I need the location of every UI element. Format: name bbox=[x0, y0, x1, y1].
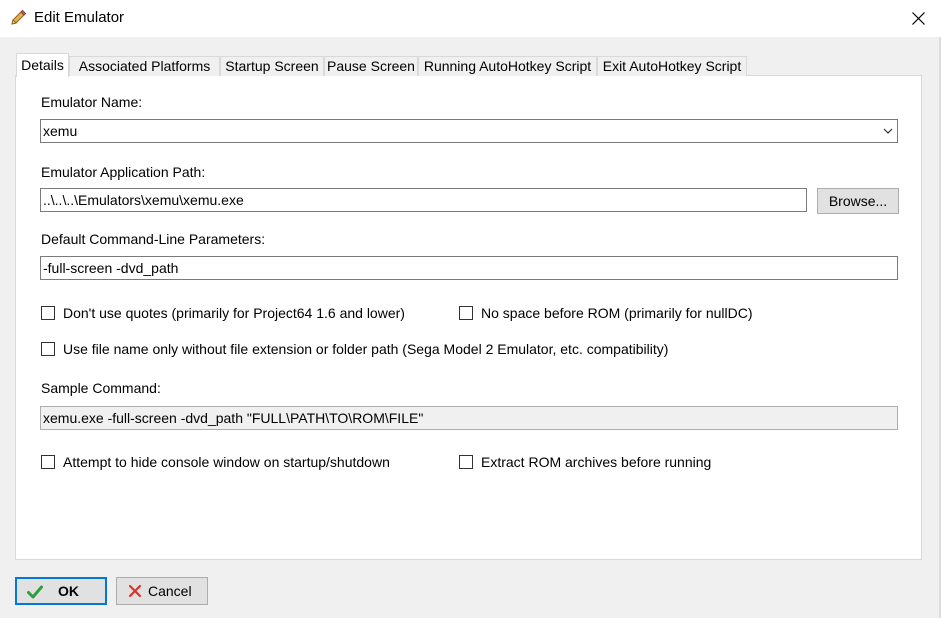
ok-button[interactable]: OK bbox=[15, 577, 107, 605]
application-path-label: Emulator Application Path: bbox=[41, 164, 206, 180]
no-space-label: No space before ROM (primarily for nullD… bbox=[481, 305, 753, 321]
pencil-icon bbox=[9, 9, 27, 27]
extract-archives-checkbox[interactable] bbox=[459, 455, 473, 469]
command-line-parameters-input[interactable]: -full-screen -dvd_path bbox=[40, 256, 898, 280]
title-bar: Edit Emulator bbox=[0, 0, 941, 37]
emulator-name-value: xemu bbox=[43, 123, 78, 139]
emulator-name-combo[interactable]: xemu bbox=[40, 119, 898, 143]
browse-button[interactable]: Browse... bbox=[817, 188, 899, 214]
sample-command-label: Sample Command: bbox=[41, 380, 161, 396]
extract-archives-label: Extract ROM archives before running bbox=[481, 454, 712, 470]
window-title: Edit Emulator bbox=[34, 9, 125, 26]
tab-pause-screen[interactable]: Pause Screen bbox=[324, 56, 418, 76]
filename-only-label: Use file name only without file extensio… bbox=[63, 341, 669, 357]
close-icon bbox=[912, 12, 925, 25]
command-line-parameters-label: Default Command-Line Parameters: bbox=[41, 231, 266, 247]
tab-exit-autohotkey-script[interactable]: Exit AutoHotkey Script bbox=[597, 56, 747, 76]
ok-button-label: OK bbox=[58, 583, 79, 599]
tab-associated-platforms[interactable]: Associated Platforms bbox=[69, 56, 220, 76]
no-quotes-checkbox[interactable] bbox=[41, 306, 55, 320]
no-space-checkbox[interactable] bbox=[459, 306, 473, 320]
hide-console-label: Attempt to hide console window on startu… bbox=[63, 454, 390, 470]
close-button[interactable] bbox=[896, 0, 941, 37]
cancel-x-icon bbox=[129, 585, 141, 597]
tab-running-autohotkey-script[interactable]: Running AutoHotkey Script bbox=[418, 56, 597, 76]
cancel-button[interactable]: Cancel bbox=[116, 577, 208, 605]
checkmark-icon bbox=[27, 585, 43, 599]
hide-console-checkbox[interactable] bbox=[41, 455, 55, 469]
tab-startup-screen[interactable]: Startup Screen bbox=[220, 56, 324, 76]
application-path-input[interactable]: ..\..\..\Emulators\xemu\xemu.exe bbox=[40, 188, 807, 212]
no-quotes-label: Don't use quotes (primarily for Project6… bbox=[63, 305, 405, 321]
chevron-down-icon bbox=[883, 128, 893, 134]
emulator-name-label: Emulator Name: bbox=[41, 94, 143, 110]
sample-command-field[interactable]: xemu.exe -full-screen -dvd_path "FULL\PA… bbox=[40, 406, 898, 430]
tab-details[interactable]: Details bbox=[16, 53, 69, 77]
filename-only-checkbox[interactable] bbox=[41, 342, 55, 356]
cancel-button-label: Cancel bbox=[148, 583, 192, 599]
